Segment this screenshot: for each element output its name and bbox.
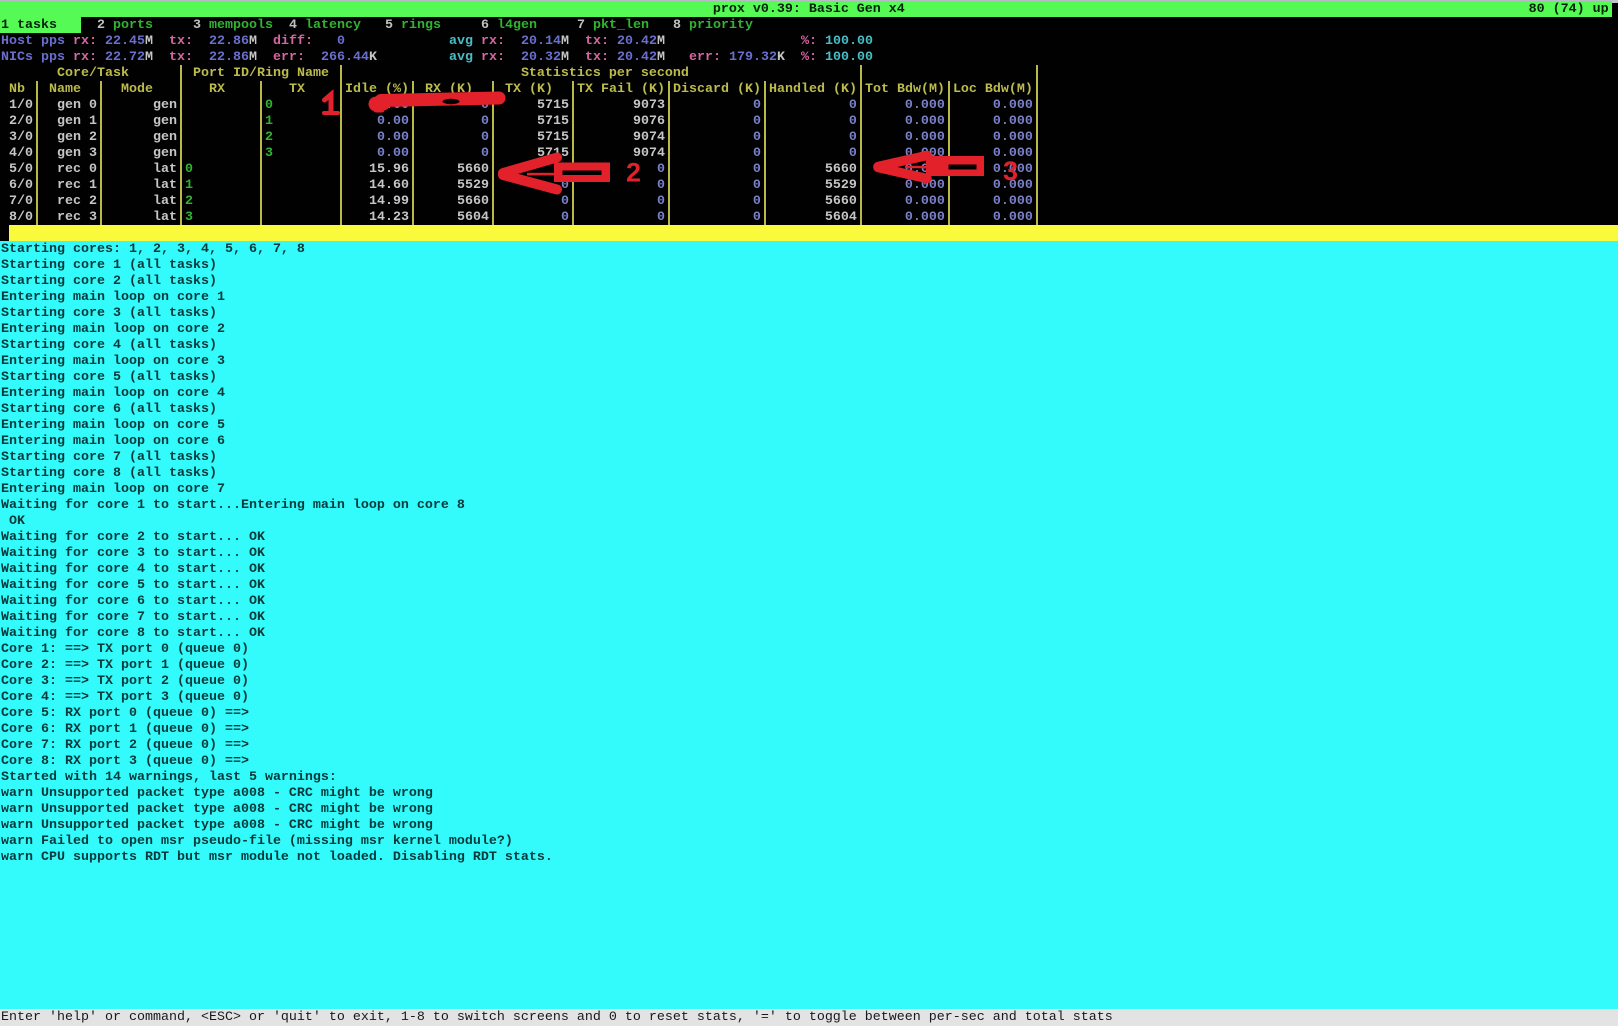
svg-text:3: 3 (1003, 156, 1018, 186)
svg-text:2: 2 (626, 158, 641, 188)
